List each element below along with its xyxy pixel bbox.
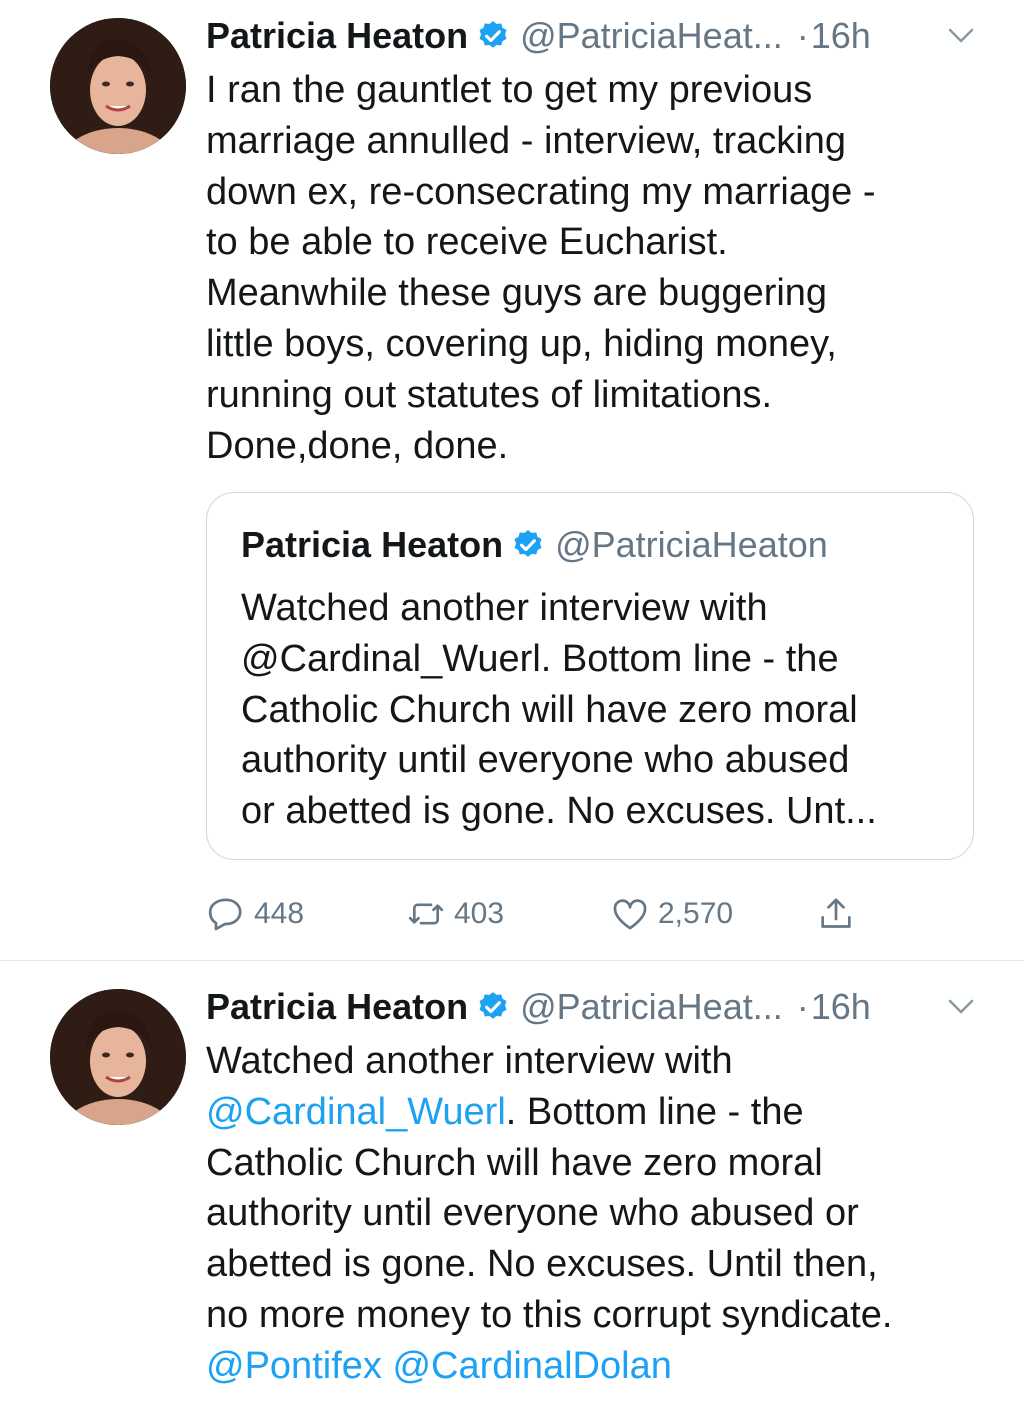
share-button[interactable] xyxy=(816,892,864,936)
tweet-actions: 448 403 2,570 xyxy=(206,892,886,936)
quoted-author-handle: @PatriciaHeaton xyxy=(555,524,828,565)
reply-button[interactable]: 448 xyxy=(206,892,304,936)
like-icon xyxy=(613,899,647,930)
avatar[interactable] xyxy=(50,989,186,1125)
timestamp[interactable]: 16h xyxy=(811,15,871,57)
tweet[interactable]: Patricia Heaton @PatriciaHeat... · 16h W… xyxy=(0,960,1024,1401)
quoted-tweet-header: Patricia Heaton @PatriciaHeaton xyxy=(241,523,828,567)
reply-icon xyxy=(208,898,242,931)
separator-dot: · xyxy=(796,15,809,56)
quoted-author-name: Patricia Heaton xyxy=(241,524,504,565)
like-count: 2,570 xyxy=(658,897,734,930)
tweet-header: Patricia Heaton @PatriciaHeat... · 16h xyxy=(206,14,871,58)
quoted-tweet-text: Watched another interview with @Cardinal… xyxy=(241,587,877,833)
retweet-button[interactable]: 403 xyxy=(406,892,504,936)
retweet-count: 403 xyxy=(454,897,505,930)
avatar[interactable] xyxy=(50,18,186,154)
reply-count: 448 xyxy=(254,897,305,930)
tweet[interactable]: Patricia Heaton @PatriciaHeat... · 16h I… xyxy=(0,0,1024,960)
chevron-down-icon[interactable] xyxy=(946,997,976,1017)
share-icon xyxy=(821,898,851,928)
author-handle[interactable]: @PatriciaHeat... xyxy=(520,15,783,57)
quoted-tweet[interactable]: Patricia Heaton @PatriciaHeaton Watched … xyxy=(206,492,974,860)
tweet-text-line: Watched another interview with xyxy=(206,1040,733,1082)
mention-link[interactable]: @Cardinal_Wuerl xyxy=(206,1091,506,1133)
like-button[interactable]: 2,570 xyxy=(610,892,733,936)
mention-link[interactable]: @Pontifex xyxy=(206,1345,382,1387)
author-name[interactable]: Patricia Heaton xyxy=(206,986,468,1028)
timestamp[interactable]: 16h xyxy=(811,986,871,1028)
retweet-icon xyxy=(408,903,444,925)
tweet-text-segment: . Bottom line - the xyxy=(505,1090,804,1133)
chevron-down-icon[interactable] xyxy=(946,26,976,46)
author-name[interactable]: Patricia Heaton xyxy=(206,15,468,57)
tweet-text: I ran the gauntlet to get my previous ma… xyxy=(206,69,876,467)
author-handle[interactable]: @PatriciaHeat... xyxy=(520,986,783,1028)
tweet-header: Patricia Heaton @PatriciaHeat... · 16h xyxy=(206,985,871,1029)
verified-badge-icon xyxy=(476,19,510,53)
verified-badge-icon xyxy=(511,528,545,562)
verified-badge-icon xyxy=(476,990,510,1024)
tweet-text-segment: Catholic Church will have zero moral aut… xyxy=(206,1141,893,1336)
tweet-text: Watched another interview with @Cardinal… xyxy=(206,1036,986,1392)
mention-link[interactable]: @CardinalDolan xyxy=(392,1345,671,1387)
separator-dot: · xyxy=(796,986,809,1027)
